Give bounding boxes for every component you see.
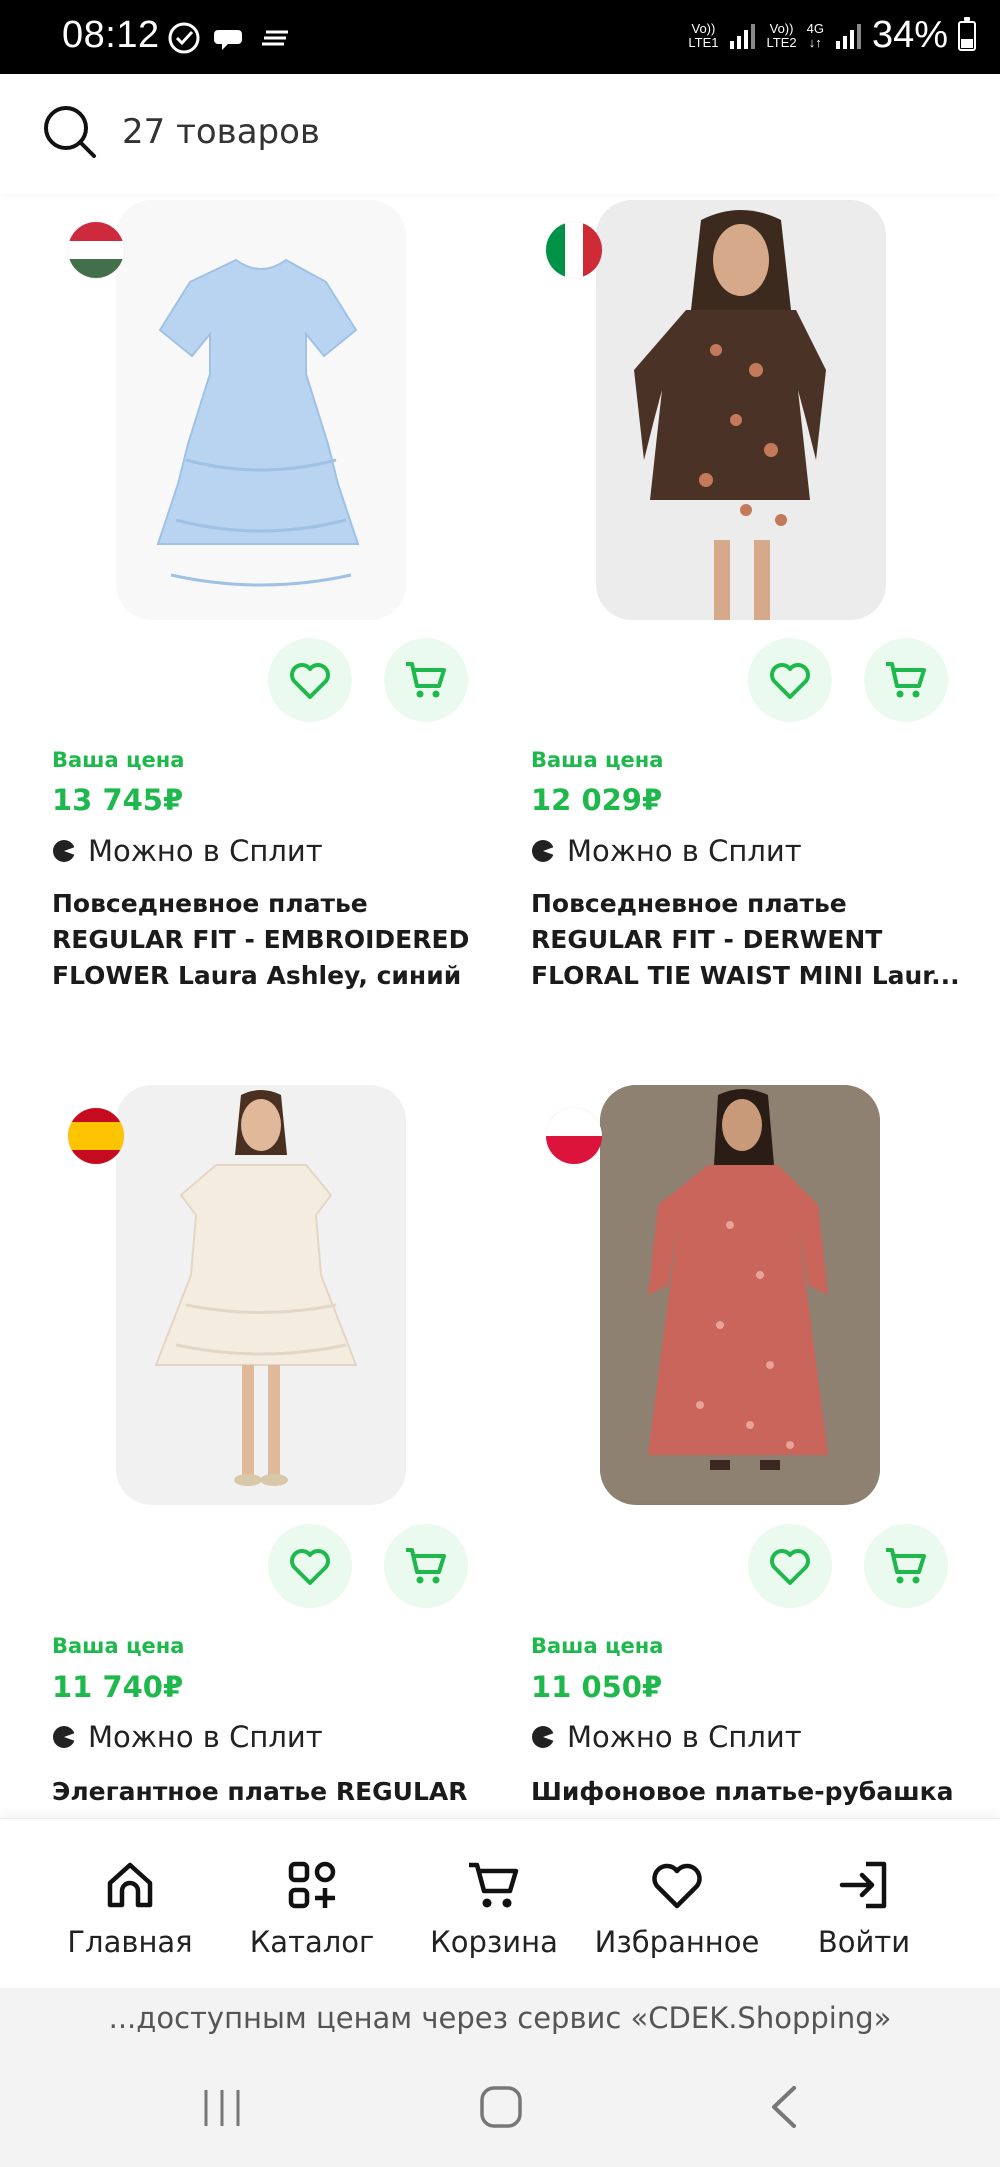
split-icon [532,1726,555,1748]
country-flag-italy [546,222,602,278]
search-icon[interactable] [40,102,100,162]
product-title[interactable]: Элегантное платье REGULAR [52,1774,492,1810]
dress-image-pink [600,1085,880,1500]
lte2-indicator: Vo)) LTE2 [766,20,797,50]
product-title[interactable]: Повседневное платье REGULAR FIT - DERWEN… [531,886,961,994]
price: 13 745₽ [52,783,184,817]
nav-item-cart[interactable]: Корзина [394,1819,594,1989]
split-icon [532,840,555,862]
split-info: Можно в Сплит [531,1720,802,1754]
country-flag-spain [68,1108,124,1164]
promo-banner[interactable]: ...доступным ценам через сервис «CDEK.Sh… [0,1988,1000,2048]
split-info: Можно в Сплит [52,1720,323,1754]
search-header[interactable]: 27 товаров [0,74,1000,194]
cart-icon [469,1862,519,1908]
nav-item-catalog[interactable]: Каталог [212,1819,412,1989]
favorite-button[interactable] [748,638,832,722]
dress-image-floral [596,200,886,620]
country-flag-hungary [68,222,124,278]
price-label: Ваша цена [52,748,185,772]
add-to-cart-button[interactable] [864,638,948,722]
status-notification-icons [166,20,294,56]
check-circle-icon [168,22,200,54]
split-info: Можно в Сплит [52,834,323,868]
cart-icon [886,1548,926,1584]
favorite-button[interactable] [268,1524,352,1608]
heart-icon [770,1549,810,1585]
heart-icon [770,663,810,699]
price: 11 050₽ [531,1670,663,1704]
price: 11 740₽ [52,1670,184,1704]
price-label: Ваша цена [531,748,664,772]
recent-apps-icon[interactable] [200,2086,244,2130]
product-image[interactable] [600,1085,880,1505]
heart-icon [652,1863,702,1909]
split-icon [53,840,76,862]
product-title[interactable]: Шифоновое платье-рубашка [531,1774,971,1810]
product-image[interactable] [596,200,886,620]
price-label: Ваша цена [52,1634,185,1658]
nav-item-favorites[interactable]: Избранное [577,1819,777,1989]
menu-lines-icon [262,30,288,46]
lte1-indicator: Vo)) LTE1 [688,20,719,50]
battery-percent: 34% [871,14,948,56]
nav-item-login[interactable]: Войти [764,1819,964,1989]
price: 12 029₽ [531,783,663,817]
heart-icon [290,663,330,699]
product-image[interactable] [116,1085,406,1505]
split-info: Можно в Сплит [531,834,802,868]
catalog-icon [288,1861,336,1909]
cart-icon [406,1548,446,1584]
add-to-cart-button[interactable] [864,1524,948,1608]
product-title[interactable]: Повседневное платье REGULAR FIT - EMBROI… [52,886,492,994]
status-time: 08:12 [62,14,160,56]
back-icon[interactable] [764,2084,804,2130]
favorite-button[interactable] [268,638,352,722]
cart-icon [406,662,446,698]
signal-icon-2 [835,23,861,49]
network-type: 4G ↓↑ [806,20,824,50]
add-to-cart-button[interactable] [384,638,468,722]
heart-icon [290,1549,330,1585]
favorite-button[interactable] [748,1524,832,1608]
system-navigation-bar [0,2048,1000,2167]
home-icon [107,1862,153,1908]
bottom-navigation: Главная Каталог Корзина Избранное Войти [0,1818,1000,1988]
home-button-icon[interactable] [478,2084,524,2130]
status-bar: 08:12 Vo)) LTE1 Vo)) LTE2 4G ↓↑ 34% [0,0,1000,74]
battery-icon [958,16,976,51]
nav-item-home[interactable]: Главная [30,1819,230,1989]
results-count: 27 товаров [122,112,320,152]
price-label: Ваша цена [531,1634,664,1658]
add-to-cart-button[interactable] [384,1524,468,1608]
status-system-icons: Vo)) LTE1 Vo)) LTE2 4G ↓↑ 34% [688,14,976,57]
signal-icon [730,23,756,49]
dress-image-ivory [116,1085,406,1500]
cart-icon [886,662,926,698]
country-flag-poland [546,1108,602,1164]
chat-bubble-icon [214,30,242,50]
split-icon [53,1726,76,1748]
dress-image-blue [116,200,406,620]
product-image[interactable] [116,200,406,620]
login-icon [839,1861,887,1909]
